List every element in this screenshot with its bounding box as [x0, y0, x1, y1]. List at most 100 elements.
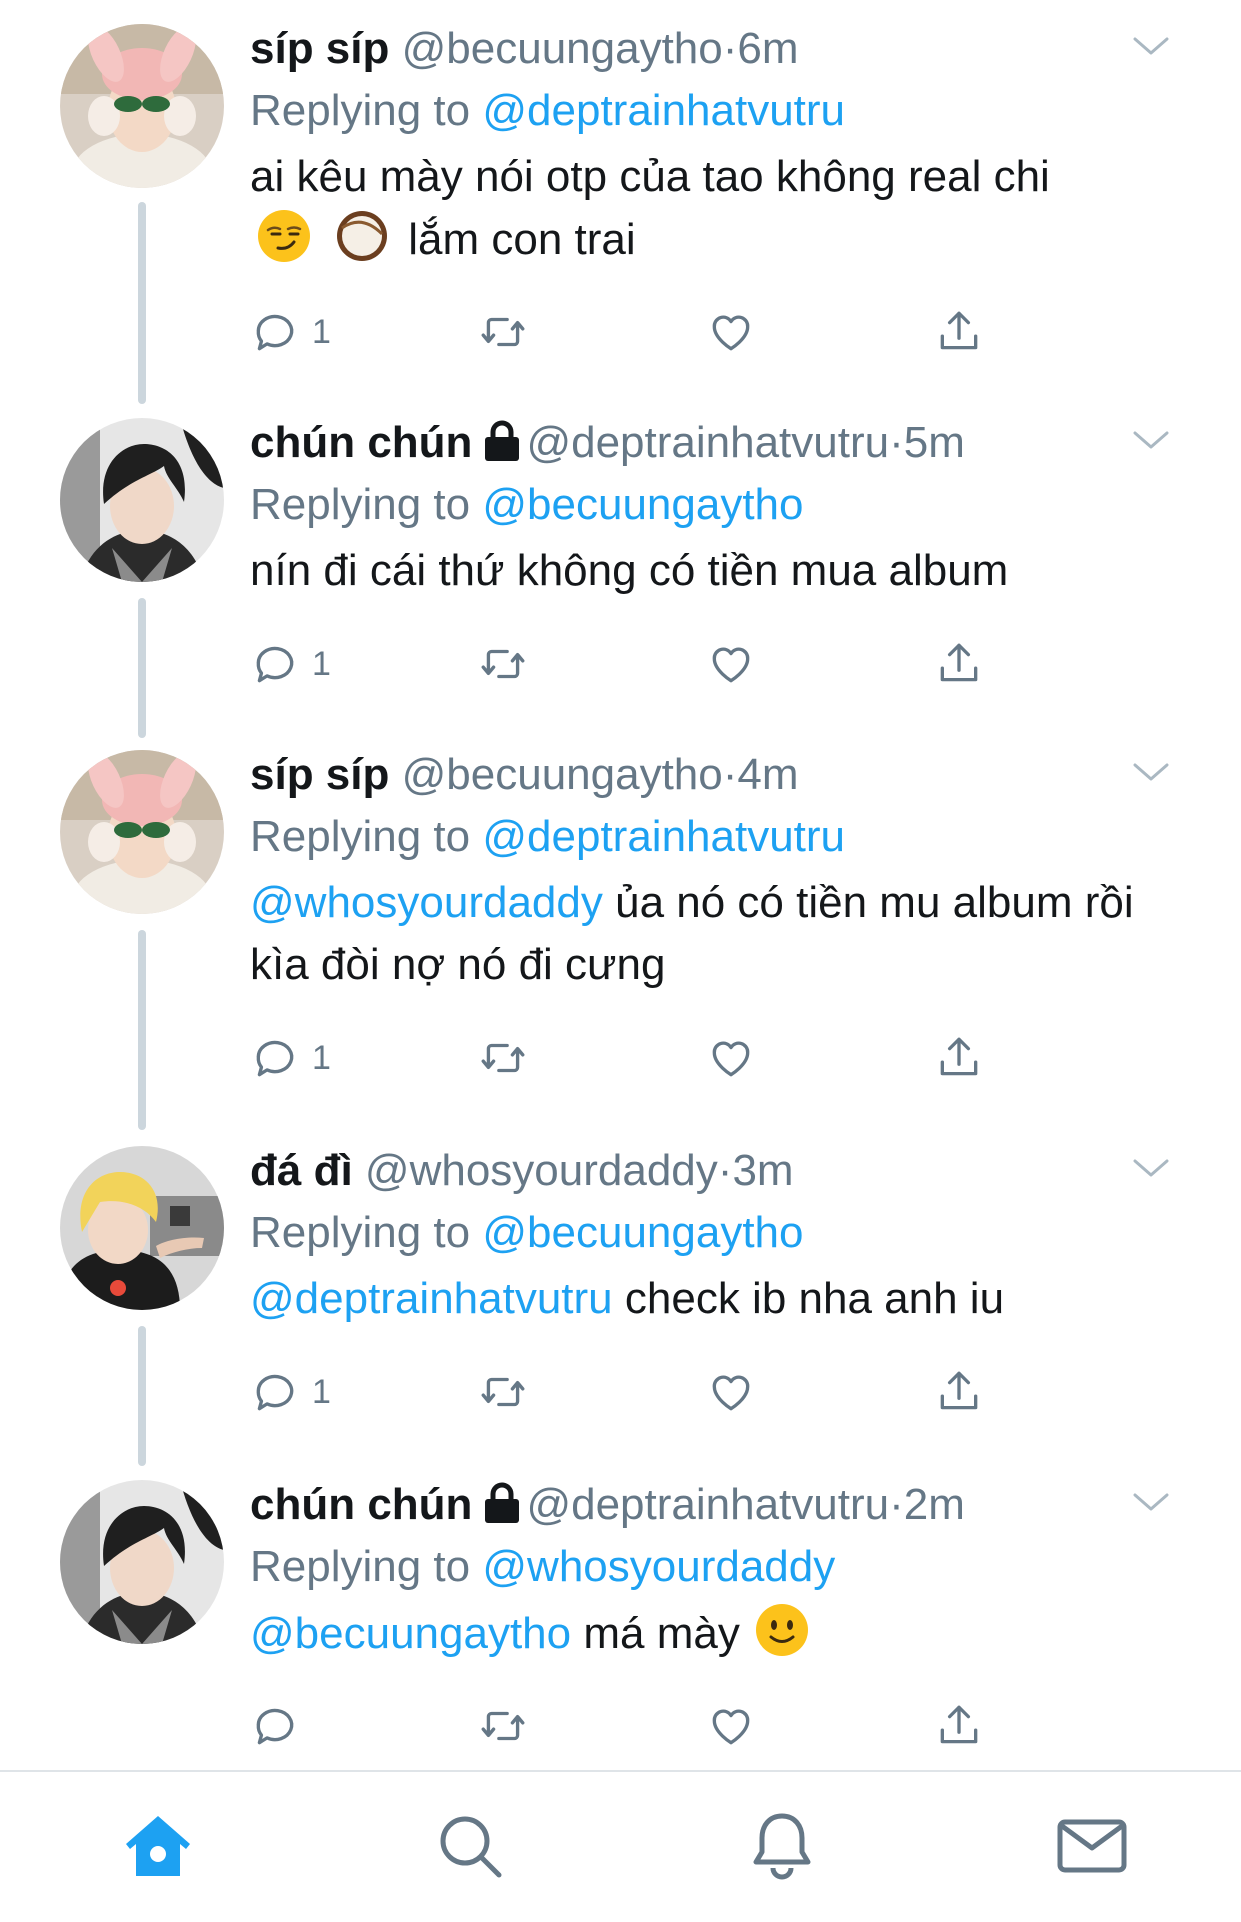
search-icon: [440, 1816, 502, 1878]
tweet-text: @deptrainhatvutru check ib nha anh iu: [250, 1274, 1005, 1323]
share-icon: [934, 639, 984, 689]
tab-search[interactable]: [432, 1808, 508, 1884]
chevron-down-icon[interactable]: [1131, 34, 1171, 58]
retweet-icon: [478, 1701, 528, 1751]
reply-icon: [250, 1033, 300, 1083]
chevron-down-icon[interactable]: [1131, 1490, 1171, 1514]
reply-count: 1: [312, 1038, 331, 1077]
reply-to-mention[interactable]: @whosyourdaddy: [482, 1542, 835, 1591]
tweet-header: síp síp @becuungaytho·4m: [250, 750, 799, 799]
share-icon: [934, 1367, 984, 1417]
retweet-button[interactable]: [478, 1028, 528, 1088]
tweet[interactable]: đá đì @whosyourdaddy·3m Replying to @bec…: [0, 1122, 1241, 1456]
slightly-smiling-face-emoji: [754, 1602, 810, 1658]
reply-button[interactable]: [250, 1696, 312, 1756]
tab-notifications[interactable]: [744, 1808, 820, 1884]
reply-icon: [250, 1367, 300, 1417]
avatar[interactable]: [60, 1146, 224, 1310]
notifications-icon: [753, 1813, 811, 1880]
retweet-button[interactable]: [478, 634, 528, 694]
share-button[interactable]: [934, 1362, 984, 1422]
reply-icon: [250, 307, 300, 357]
tweet[interactable]: chún chún @deptrainhatvutru·5m Replying t…: [0, 394, 1241, 728]
username[interactable]: @becuungaytho: [402, 750, 723, 799]
retweet-button[interactable]: [478, 302, 528, 362]
like-button[interactable]: [706, 1696, 756, 1756]
tweet-actions: [250, 1696, 1010, 1756]
replying-to: Replying to @deptrainhatvutru: [250, 812, 846, 861]
timestamp[interactable]: 3m: [732, 1146, 793, 1195]
heart-icon: [706, 639, 756, 689]
share-button[interactable]: [934, 1028, 984, 1088]
inline-mention[interactable]: @whosyourdaddy: [250, 878, 603, 927]
tweet-actions: 1: [250, 302, 1010, 362]
chevron-down-icon[interactable]: [1131, 760, 1171, 784]
like-button[interactable]: [706, 634, 756, 694]
avatar[interactable]: [60, 1480, 224, 1644]
chevron-down-icon[interactable]: [1131, 1156, 1171, 1180]
reply-to-mention[interactable]: @deptrainhatvutru: [482, 812, 845, 861]
avatar[interactable]: [60, 418, 224, 582]
lock-icon: [482, 1481, 522, 1525]
inline-mention[interactable]: @deptrainhatvutru: [250, 1274, 613, 1323]
home-icon: [126, 1816, 190, 1876]
display-name[interactable]: síp síp: [250, 750, 389, 799]
reply-to-mention[interactable]: @becuungaytho: [482, 480, 803, 529]
reply-icon: [250, 1701, 300, 1751]
username[interactable]: @deptrainhatvutru: [526, 418, 889, 467]
tweet-header: síp síp @becuungaytho·6m: [250, 24, 799, 73]
username[interactable]: @whosyourdaddy: [365, 1146, 718, 1195]
tweet-actions: 1: [250, 1362, 1010, 1422]
retweet-icon: [478, 1033, 528, 1083]
reply-button[interactable]: 1: [250, 302, 331, 362]
heart-icon: [706, 1701, 756, 1751]
replying-to: Replying to @deptrainhatvutru: [250, 86, 846, 135]
tweet-header: đá đì @whosyourdaddy·3m: [250, 1146, 794, 1195]
tweet-text: ai kêu mày nói otp của tao không real ch…: [250, 152, 1050, 264]
coconut-emoji: [334, 208, 390, 264]
share-button[interactable]: [934, 634, 984, 694]
retweet-button[interactable]: [478, 1696, 528, 1756]
tweet[interactable]: síp síp @becuungaytho·4m Replying to @de…: [0, 726, 1241, 1122]
replying-to: Replying to @becuungaytho: [250, 480, 804, 529]
messages-icon: [1057, 1819, 1127, 1873]
tweet-thread: síp síp @becuungaytho·6m Replying to @de…: [0, 0, 1241, 1770]
display-name[interactable]: chún chún: [250, 418, 472, 467]
reply-count: 1: [312, 312, 331, 351]
bottom-tab-bar: [0, 1770, 1241, 1922]
replying-to: Replying to @whosyourdaddy: [250, 1542, 836, 1591]
like-button[interactable]: [706, 1362, 756, 1422]
timestamp[interactable]: 5m: [904, 418, 965, 467]
reply-button[interactable]: 1: [250, 1362, 331, 1422]
heart-icon: [706, 1033, 756, 1083]
username[interactable]: @becuungaytho: [402, 24, 723, 73]
like-button[interactable]: [706, 1028, 756, 1088]
chevron-down-icon[interactable]: [1131, 428, 1171, 452]
smirking-face-emoji: [256, 208, 312, 264]
reply-button[interactable]: 1: [250, 1028, 331, 1088]
tweet[interactable]: chún chún @deptrainhatvutru·2m Replying t…: [0, 1456, 1241, 1770]
tweet-header: chún chún @deptrainhatvutru·2m: [250, 1480, 965, 1529]
tweet[interactable]: síp síp @becuungaytho·6m Replying to @de…: [0, 0, 1241, 396]
reply-icon: [250, 639, 300, 689]
share-icon: [934, 307, 984, 357]
share-button[interactable]: [934, 1696, 984, 1756]
avatar[interactable]: [60, 24, 224, 188]
share-button[interactable]: [934, 302, 984, 362]
reply-to-mention[interactable]: @deptrainhatvutru: [482, 86, 845, 135]
display-name[interactable]: đá đì: [250, 1146, 353, 1195]
inline-mention[interactable]: @becuungaytho: [250, 1609, 571, 1658]
display-name[interactable]: síp síp: [250, 24, 389, 73]
avatar[interactable]: [60, 750, 224, 914]
tab-messages[interactable]: [1054, 1808, 1130, 1884]
reply-to-mention[interactable]: @becuungaytho: [482, 1208, 803, 1257]
reply-button[interactable]: 1: [250, 634, 331, 694]
timestamp[interactable]: 4m: [737, 750, 798, 799]
username[interactable]: @deptrainhatvutru: [526, 1480, 889, 1529]
tab-home[interactable]: [120, 1808, 196, 1884]
like-button[interactable]: [706, 302, 756, 362]
timestamp[interactable]: 2m: [904, 1480, 965, 1529]
timestamp[interactable]: 6m: [737, 24, 798, 73]
display-name[interactable]: chún chún: [250, 1480, 472, 1529]
retweet-button[interactable]: [478, 1362, 528, 1422]
